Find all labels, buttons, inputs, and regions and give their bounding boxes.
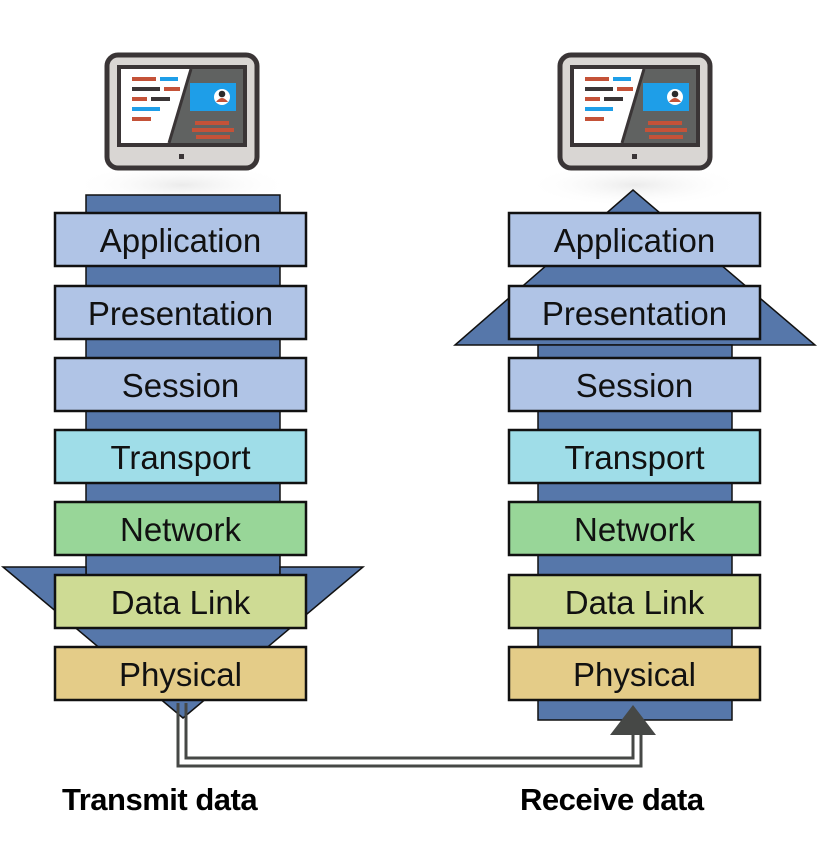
layer-label: Transport — [565, 439, 705, 476]
layer-physical: Physical — [53, 645, 308, 702]
layer-label: Session — [576, 367, 693, 404]
transmit-caption: Transmit data — [62, 782, 258, 817]
transmit-layer-stack: Application Presentation Session Transport N… — [53, 211, 308, 702]
computer-monitor-icon — [104, 52, 260, 171]
layer-transport: Transport — [53, 428, 308, 485]
osi-diagram: Application Presentation Session Transport N… — [0, 52, 818, 768]
layer-presentation: Presentation — [507, 284, 762, 341]
layer-label: Physical — [119, 656, 242, 693]
layer-network: Network — [507, 500, 762, 557]
layer-label: Network — [120, 511, 242, 548]
layer-label: Data Link — [111, 584, 251, 621]
layer-session: Session — [507, 356, 762, 413]
layer-label: Application — [100, 222, 261, 259]
layer-physical: Physical — [507, 645, 762, 702]
layer-label: Session — [122, 367, 239, 404]
layer-data-link: Data Link — [53, 573, 308, 630]
layer-presentation: Presentation — [53, 284, 308, 341]
layer-application: Application — [507, 211, 762, 268]
layer-label: Transport — [111, 439, 251, 476]
layer-label: Application — [554, 222, 715, 259]
receive-layer-stack: Application Presentation Session Transport N… — [507, 211, 762, 702]
layer-data-link: Data Link — [507, 573, 762, 630]
layer-network: Network — [53, 500, 308, 557]
computer-monitor-icon — [557, 52, 713, 171]
layer-label: Network — [574, 511, 696, 548]
layer-label: Presentation — [88, 295, 273, 332]
layer-transport: Transport — [507, 428, 762, 485]
layer-application: Application — [53, 211, 308, 268]
layer-label: Data Link — [565, 584, 705, 621]
layer-session: Session — [53, 356, 308, 413]
layer-label: Physical — [573, 656, 696, 693]
layer-label: Presentation — [542, 295, 727, 332]
receive-caption: Receive data — [520, 782, 704, 817]
